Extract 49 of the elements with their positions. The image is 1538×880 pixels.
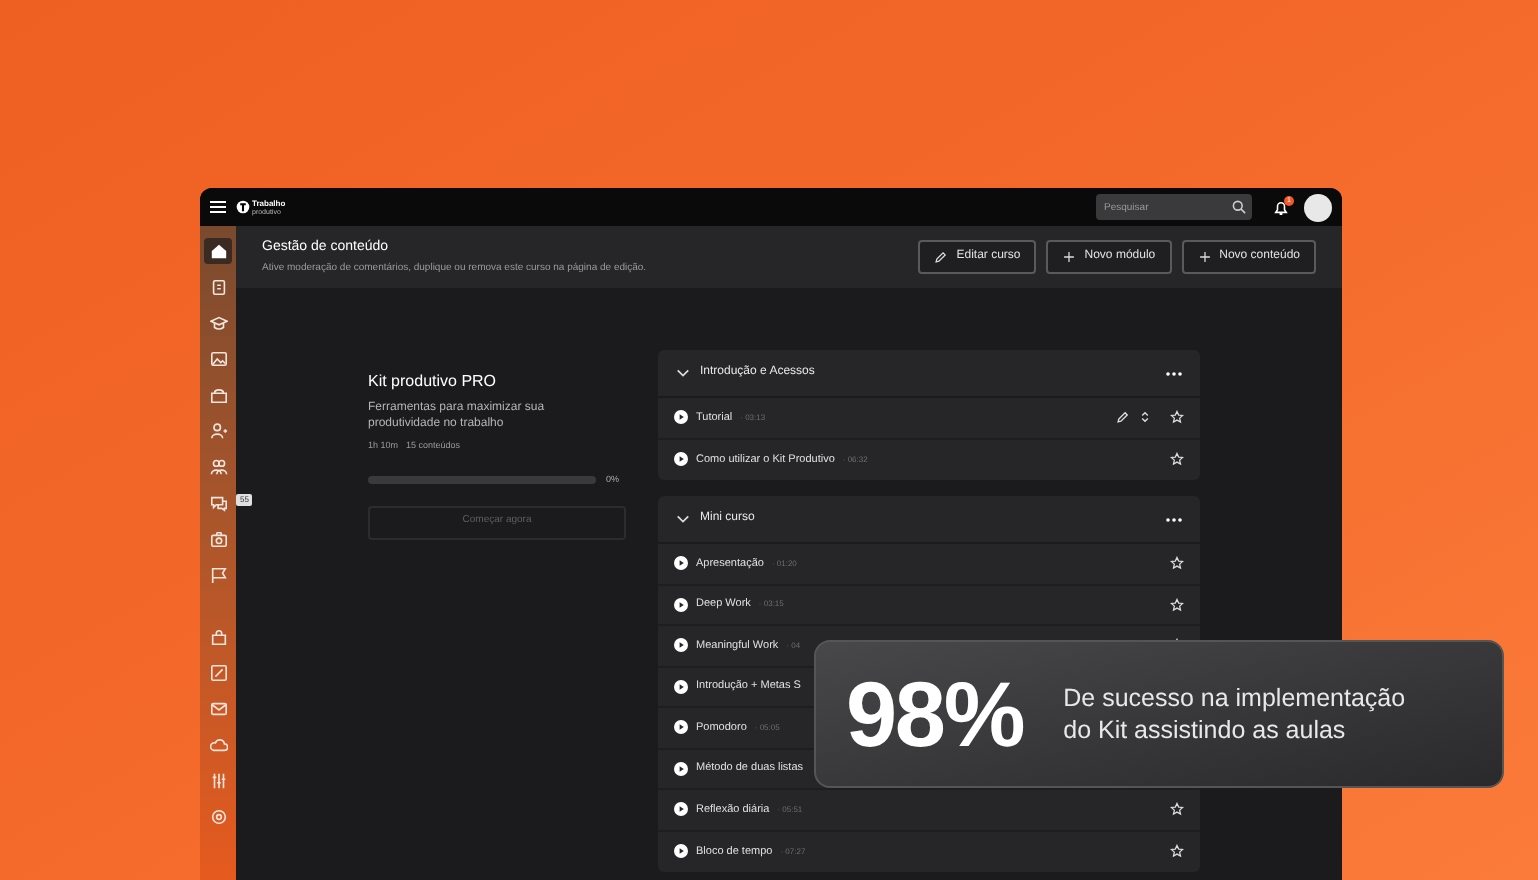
star-icon[interactable] [1170, 556, 1184, 571]
menu-icon[interactable] [210, 200, 226, 214]
graduation-cap-icon [209, 314, 227, 332]
play-icon[interactable] [674, 556, 688, 571]
bag-icon [209, 386, 227, 404]
chat-icon [209, 494, 227, 512]
play-icon[interactable] [674, 452, 688, 467]
play-icon[interactable] [674, 761, 688, 776]
play-icon[interactable] [674, 638, 688, 653]
course-title: Kit produtivo PRO [368, 370, 499, 394]
note-icon [209, 664, 227, 682]
search-icon [1232, 200, 1246, 214]
play-icon[interactable] [674, 844, 688, 859]
cloud-icon [209, 736, 227, 754]
home-icon [209, 242, 227, 260]
avatar[interactable] [1304, 193, 1332, 221]
play-icon[interactable] [674, 802, 688, 817]
logo-icon [236, 200, 250, 214]
camera-icon [209, 530, 227, 548]
star-icon[interactable] [1170, 844, 1184, 859]
add-user-icon [209, 422, 227, 440]
plus-icon [1062, 250, 1077, 264]
star-icon[interactable] [1170, 410, 1184, 425]
chevron-icon[interactable] [676, 514, 690, 524]
bell-icon[interactable] [1274, 199, 1288, 215]
star-icon[interactable] [1170, 597, 1184, 612]
stat-text: De sucesso na implementação do Kit assistindo as aulas [1063, 682, 1408, 746]
users-icon [209, 458, 227, 476]
play-icon[interactable] [674, 597, 688, 612]
sort-icon[interactable] [1138, 410, 1152, 425]
mail-icon [209, 700, 227, 718]
lock-icon [209, 628, 227, 646]
play-icon[interactable] [674, 410, 688, 425]
sliders-icon [209, 772, 227, 790]
sidebar-item[interactable] [204, 238, 232, 264]
clipboard-icon [209, 278, 227, 296]
play-icon[interactable] [674, 720, 688, 735]
play-icon[interactable] [674, 679, 688, 694]
star-icon[interactable] [1170, 802, 1184, 817]
star-icon[interactable] [1170, 452, 1184, 467]
settings-icon [209, 808, 227, 826]
image-icon [209, 350, 227, 368]
plus-icon [1197, 250, 1212, 264]
pencil-icon [934, 250, 949, 264]
pencil-icon[interactable] [1116, 410, 1130, 425]
flag-icon [209, 566, 227, 584]
search-button[interactable] [1226, 194, 1252, 220]
stat-value: 98% [846, 659, 1024, 769]
chevron-icon[interactable] [676, 368, 690, 378]
